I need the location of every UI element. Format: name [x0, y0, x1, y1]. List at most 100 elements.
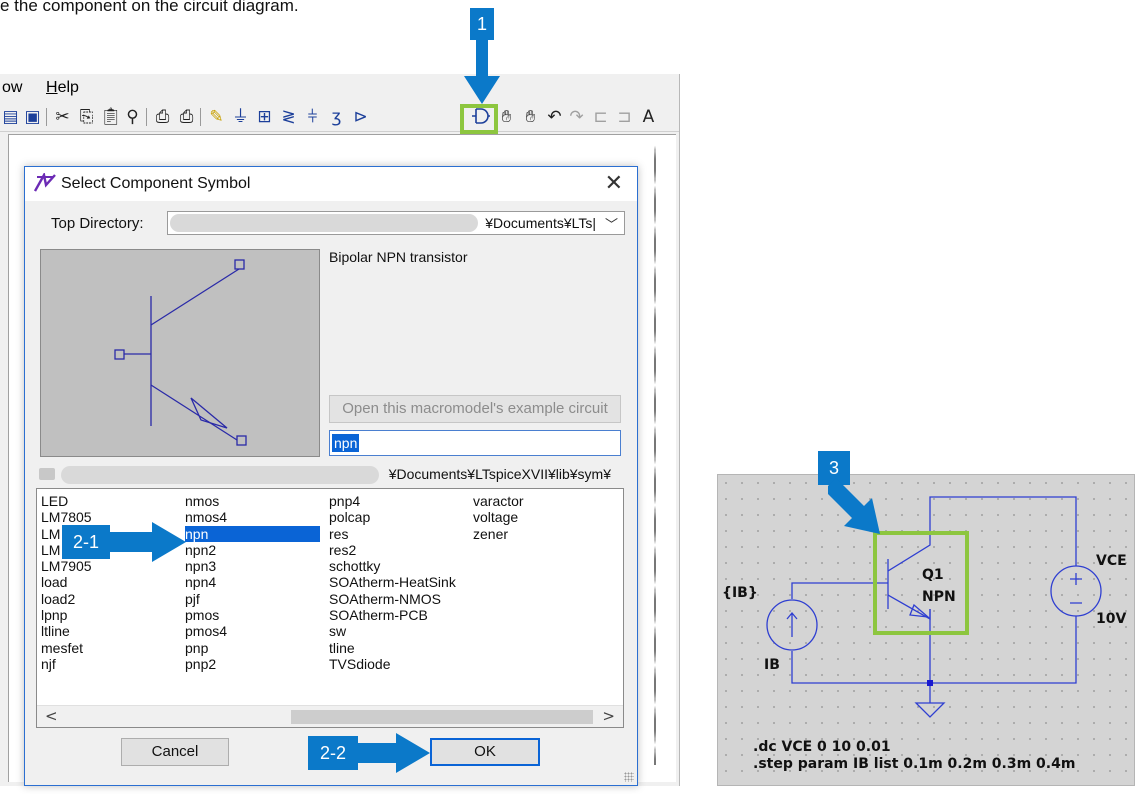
diode-icon[interactable]: ⊳ — [350, 106, 371, 128]
ok-button[interactable]: OK — [430, 738, 540, 766]
window-tile-icon[interactable]: ▤ — [0, 106, 21, 128]
rotate-icon[interactable]: ⊏ — [590, 106, 611, 128]
draw-wire-icon[interactable]: ✎ — [206, 106, 227, 128]
list-item[interactable]: npn4 — [185, 574, 320, 590]
move-icon[interactable]: ✋︎ — [496, 106, 517, 128]
resistor-icon[interactable]: ≷ — [278, 106, 299, 128]
list-item[interactable]: npn — [185, 525, 320, 542]
list-item[interactable]: varactor — [473, 493, 524, 509]
list-item[interactable]: njf — [41, 656, 92, 672]
label-net-icon[interactable]: ⊞ — [254, 106, 275, 128]
voltage-source-name: VCE — [1096, 553, 1127, 569]
list-item[interactable]: mesfet — [41, 640, 92, 656]
scrollbar-thumb[interactable] — [291, 710, 593, 724]
menu-help[interactable]: Help — [46, 79, 79, 97]
list-item[interactable]: LED — [41, 493, 92, 509]
open-example-button[interactable]: Open this macromodel's example circuit — [329, 395, 621, 423]
list-item[interactable]: zener — [473, 526, 524, 542]
component-description: Bipolar NPN transistor — [329, 249, 468, 265]
list-item[interactable]: npn2 — [185, 542, 320, 558]
list-item[interactable]: polcap — [329, 509, 456, 525]
scroll-right-button[interactable]: > — [602, 707, 615, 725]
top-directory-label: Top Directory: — [51, 215, 144, 232]
resize-grip[interactable] — [624, 772, 634, 782]
text-icon[interactable]: A — [638, 106, 659, 128]
close-icon[interactable]: ✕ — [605, 171, 623, 196]
list-item[interactable]: ltline — [41, 623, 92, 639]
library-path: ¥Documents¥LTspiceXVII¥lib¥sym¥ — [388, 466, 611, 482]
list-item[interactable]: sw — [329, 623, 456, 639]
list-item[interactable]: res — [329, 526, 456, 542]
cut-icon[interactable]: ✂ — [52, 106, 73, 128]
step-directive: .step param IB list 0.1m 0.2m 0.3m 0.4m — [753, 756, 1076, 772]
voltage-source-value: 10V — [1096, 611, 1127, 627]
capacitor-icon[interactable]: ⫩ — [302, 106, 323, 128]
list-item[interactable]: LM7905 — [41, 558, 92, 574]
list-item[interactable]: LM7805 — [41, 509, 92, 525]
list-item[interactable]: SOAtherm-NMOS — [329, 591, 456, 607]
step-1-tag: 1 — [470, 8, 494, 40]
dc-directive: .dc VCE 0 10 0.01 — [753, 739, 891, 755]
step-2-2-tag: 2-2 — [308, 736, 358, 770]
top-directory-value: ¥Documents¥LTs| — [485, 215, 596, 231]
list-item[interactable]: voltage — [473, 509, 524, 525]
list-item[interactable]: tline — [329, 640, 456, 656]
redacted-path — [61, 466, 379, 484]
step-3-arrow — [828, 478, 880, 534]
list-item[interactable]: pmos4 — [185, 623, 320, 639]
ground-icon[interactable]: ⏚ — [230, 106, 251, 128]
mirror-icon[interactable]: ⊐ — [614, 106, 635, 128]
step-1-arrow — [464, 40, 500, 104]
chevron-down-icon: ﹀ — [604, 218, 618, 233]
folder-icon — [39, 468, 55, 480]
menu-bar: ow Help — [0, 74, 679, 102]
paste-icon[interactable]: 📋︎ — [100, 106, 122, 128]
instruction-caption: e the component on the circuit diagram. — [0, 0, 299, 15]
horizontal-scrollbar[interactable]: < > — [37, 705, 623, 727]
dialog-title-bar: Select Component Symbol ✕ — [25, 167, 637, 201]
component-search-input[interactable]: npn — [329, 430, 621, 456]
cancel-button[interactable]: Cancel — [121, 738, 229, 766]
undo-icon[interactable]: ↶ — [544, 106, 565, 128]
scroll-left-button[interactable]: < — [45, 707, 58, 725]
list-item[interactable]: SOAtherm-HeatSink — [329, 574, 456, 590]
step-2-2-arrow — [356, 733, 430, 773]
menu-window[interactable]: ow — [2, 79, 22, 97]
print-setup-icon[interactable]: ⎙ — [152, 106, 173, 128]
list-item[interactable]: res2 — [329, 542, 456, 558]
list-item[interactable]: nmos4 — [185, 509, 320, 525]
list-item[interactable]: load — [41, 574, 92, 590]
list-item[interactable]: SOAtherm-PCB — [329, 607, 456, 623]
list-item[interactable]: nmos — [185, 493, 320, 509]
inductor-icon[interactable]: ʒ — [326, 106, 347, 128]
redacted-path — [170, 214, 478, 232]
component-column-3: pnp4 polcap res res2 schottky SOAtherm-HeatSi… — [329, 493, 456, 672]
list-item[interactable]: pmos — [185, 607, 320, 623]
ltspice-logo-icon — [33, 171, 56, 193]
transistor-highlight — [873, 531, 969, 635]
current-source-name: IB — [764, 657, 780, 673]
list-item[interactable]: TVSdiode — [329, 656, 456, 672]
library-path-row: ¥Documents¥LTspiceXVII¥lib¥sym¥ — [35, 465, 625, 485]
list-item[interactable]: pjf — [185, 591, 320, 607]
list-item[interactable]: pnp2 — [185, 656, 320, 672]
top-directory-select[interactable]: ¥Documents¥LTs| ﹀ — [167, 211, 625, 235]
symbol-preview — [40, 249, 320, 457]
search-text: npn — [332, 434, 360, 452]
list-item[interactable]: load2 — [41, 591, 92, 607]
list-item[interactable]: pnp — [185, 640, 320, 656]
drag-icon[interactable]: ✋︎ — [520, 106, 541, 128]
redo-icon[interactable]: ↷ — [566, 106, 587, 128]
list-item[interactable]: lpnp — [41, 607, 92, 623]
list-item[interactable]: npn3 — [185, 558, 320, 574]
list-item[interactable]: pnp4 — [329, 493, 456, 509]
window-cascade-icon[interactable]: ▣ — [22, 106, 43, 128]
current-source-param: {IB} — [722, 585, 758, 601]
component-column-2: nmos nmos4 npn npn2 npn3 npn4 pjf pmos pmos4 pnp p… — [185, 493, 320, 672]
step-2-1-tag: 2-1 — [62, 525, 110, 559]
copy-icon[interactable]: ⎘ — [76, 106, 97, 128]
list-item[interactable]: schottky — [329, 558, 456, 574]
component-button-highlight — [460, 104, 498, 134]
print-icon[interactable]: ⎙ — [176, 106, 197, 128]
find-icon[interactable]: ⚲ — [122, 106, 143, 128]
